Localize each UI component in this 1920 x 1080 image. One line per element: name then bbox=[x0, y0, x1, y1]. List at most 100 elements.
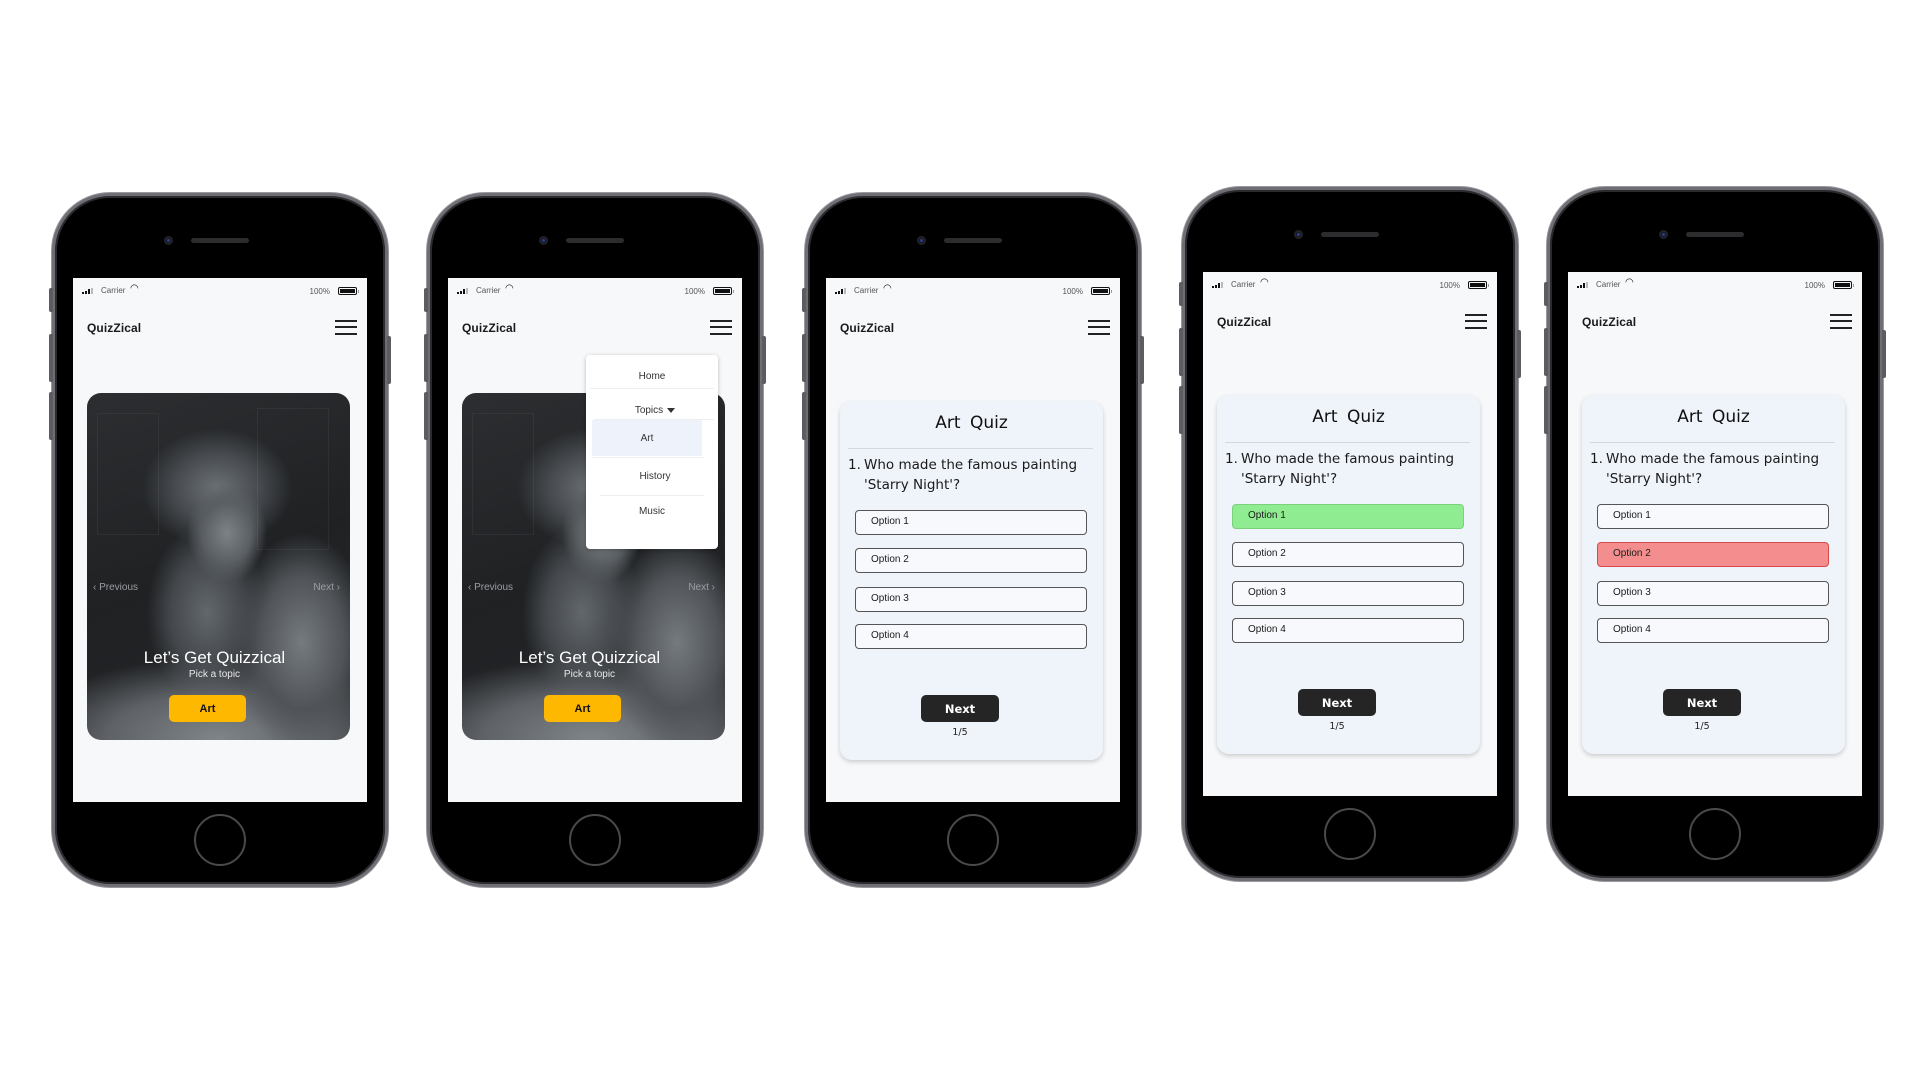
quiz-card: Art Quiz 1. Who made the famous painting … bbox=[840, 401, 1103, 760]
option-4[interactable]: Option 4 bbox=[855, 624, 1087, 649]
chevron-left-icon: ‹ bbox=[468, 582, 472, 593]
status-bar: Carrier ◠ 100% bbox=[1568, 272, 1862, 298]
status-bar: Carrier ◠ 100% bbox=[826, 278, 1120, 304]
chevron-right-icon: › bbox=[711, 582, 715, 593]
home-button[interactable] bbox=[947, 814, 999, 866]
battery-icon bbox=[1091, 287, 1112, 295]
app-title: QuizZical bbox=[840, 321, 895, 335]
menu-divider bbox=[590, 388, 714, 389]
hamburger-menu-icon[interactable] bbox=[1088, 319, 1110, 335]
power-button bbox=[762, 336, 766, 384]
caret-down-icon bbox=[667, 407, 676, 413]
next-button[interactable]: Next bbox=[1298, 689, 1376, 716]
quiz-card: Art Quiz 1. Who made the famous painting … bbox=[1582, 395, 1845, 754]
mute-switch bbox=[424, 288, 428, 312]
option-3[interactable]: Option 3 bbox=[1232, 581, 1464, 606]
status-bar: Carrier ◠ 100% bbox=[73, 278, 367, 304]
option-1-correct[interactable]: Option 1 bbox=[1232, 504, 1464, 529]
hamburger-menu-icon[interactable] bbox=[1465, 313, 1487, 329]
home-button[interactable] bbox=[1689, 808, 1741, 860]
battery-icon bbox=[1833, 281, 1854, 289]
battery-percent: 100% bbox=[1804, 281, 1825, 290]
wifi-icon: ◠ bbox=[130, 283, 139, 294]
menu-item-music[interactable]: Music bbox=[586, 506, 718, 517]
battery-percent: 100% bbox=[1439, 281, 1460, 290]
phone-quiz-wrong: Carrier ◠ 100% QuizZical Art Quiz 1. Who … bbox=[1544, 187, 1886, 881]
quiz-divider bbox=[1590, 442, 1835, 443]
option-3[interactable]: Option 3 bbox=[855, 587, 1087, 612]
option-3[interactable]: Option 3 bbox=[1597, 581, 1829, 606]
menu-item-art[interactable]: Art bbox=[592, 433, 702, 444]
volume-up-button bbox=[424, 334, 428, 382]
hero-heading: Let’s Get Quizzical bbox=[143, 648, 286, 667]
earpiece-speaker bbox=[1321, 232, 1379, 237]
battery-icon bbox=[338, 287, 359, 295]
wifi-icon: ◠ bbox=[1260, 277, 1269, 288]
next-button[interactable]: Next bbox=[921, 695, 999, 722]
option-1[interactable]: Option 1 bbox=[1597, 504, 1829, 529]
screen: Carrier ◠ 100% QuizZical Art Quiz 1. Who … bbox=[1568, 272, 1862, 796]
carousel-previous[interactable]: ‹ Previous bbox=[468, 582, 513, 593]
volume-up-button bbox=[802, 334, 806, 382]
menu-item-home[interactable]: Home bbox=[586, 371, 718, 382]
carousel-next[interactable]: Next › bbox=[688, 582, 715, 593]
carousel-previous[interactable]: ‹ Previous bbox=[93, 582, 138, 593]
earpiece-speaker bbox=[566, 238, 624, 243]
home-button[interactable] bbox=[569, 814, 621, 866]
topic-art-button[interactable]: Art bbox=[169, 695, 246, 722]
mute-switch bbox=[49, 288, 53, 312]
mute-switch bbox=[1179, 282, 1183, 306]
option-1[interactable]: Option 1 bbox=[855, 510, 1087, 535]
home-button[interactable] bbox=[1324, 808, 1376, 860]
hero-subheading: Pick a topic bbox=[563, 669, 616, 680]
app-title: QuizZical bbox=[462, 321, 517, 335]
earpiece-speaker bbox=[944, 238, 1002, 243]
signal-icon bbox=[835, 288, 846, 294]
option-2-wrong[interactable]: Option 2 bbox=[1597, 542, 1829, 567]
mute-switch bbox=[1544, 282, 1548, 306]
option-4[interactable]: Option 4 bbox=[1232, 618, 1464, 643]
signal-icon bbox=[457, 288, 468, 294]
phone-home-menu: Carrier ◠ 100% QuizZical ‹ Previous Next… bbox=[424, 193, 766, 887]
option-2[interactable]: Option 2 bbox=[855, 548, 1087, 573]
next-button[interactable]: Next bbox=[1663, 689, 1741, 716]
battery-percent: 100% bbox=[309, 287, 330, 296]
option-2[interactable]: Option 2 bbox=[1232, 542, 1464, 567]
quiz-title: Art Quiz bbox=[1677, 407, 1750, 427]
carrier-label: Carrier bbox=[101, 286, 126, 295]
power-button bbox=[387, 336, 391, 384]
battery-icon bbox=[1468, 281, 1489, 289]
hamburger-menu-icon[interactable] bbox=[1830, 313, 1852, 329]
volume-down-button bbox=[49, 392, 53, 440]
menu-item-topics[interactable]: Topics bbox=[592, 405, 718, 416]
hero-carousel: ‹ Previous Next › Let’s Get Quizzical Pi… bbox=[87, 393, 350, 740]
quiz-title: Art Quiz bbox=[1312, 407, 1385, 427]
front-camera bbox=[164, 236, 173, 245]
carousel-next[interactable]: Next › bbox=[313, 582, 340, 593]
chevron-right-icon: › bbox=[336, 582, 340, 593]
home-button[interactable] bbox=[194, 814, 246, 866]
status-bar: Carrier ◠ 100% bbox=[1203, 272, 1497, 298]
quiz-progress: 1/5 bbox=[1329, 721, 1345, 732]
option-4[interactable]: Option 4 bbox=[1597, 618, 1829, 643]
menu-item-history[interactable]: History bbox=[592, 471, 718, 482]
quiz-divider bbox=[1225, 442, 1470, 443]
quiz-card: Art Quiz 1. Who made the famous painting … bbox=[1217, 395, 1480, 754]
front-camera bbox=[539, 236, 548, 245]
screen: Carrier ◠ 100% QuizZical Art Quiz 1. Who … bbox=[1203, 272, 1497, 796]
quiz-question: 1. Who made the famous painting 'Starry N… bbox=[848, 457, 1078, 493]
chevron-left-icon: ‹ bbox=[93, 582, 97, 593]
volume-up-button bbox=[49, 334, 53, 382]
power-button bbox=[1882, 330, 1886, 378]
carrier-label: Carrier bbox=[476, 286, 501, 295]
signal-icon bbox=[82, 288, 93, 294]
battery-percent: 100% bbox=[684, 287, 705, 296]
menu-divider bbox=[592, 457, 704, 458]
mute-switch bbox=[802, 288, 806, 312]
hamburger-menu-icon[interactable] bbox=[710, 319, 732, 335]
hamburger-menu-icon[interactable] bbox=[335, 319, 357, 335]
phone-quiz-correct: Carrier ◠ 100% QuizZical Art Quiz 1. Who … bbox=[1179, 187, 1521, 881]
topic-art-button[interactable]: Art bbox=[544, 695, 621, 722]
power-button bbox=[1140, 336, 1144, 384]
app-title: QuizZical bbox=[87, 321, 142, 335]
